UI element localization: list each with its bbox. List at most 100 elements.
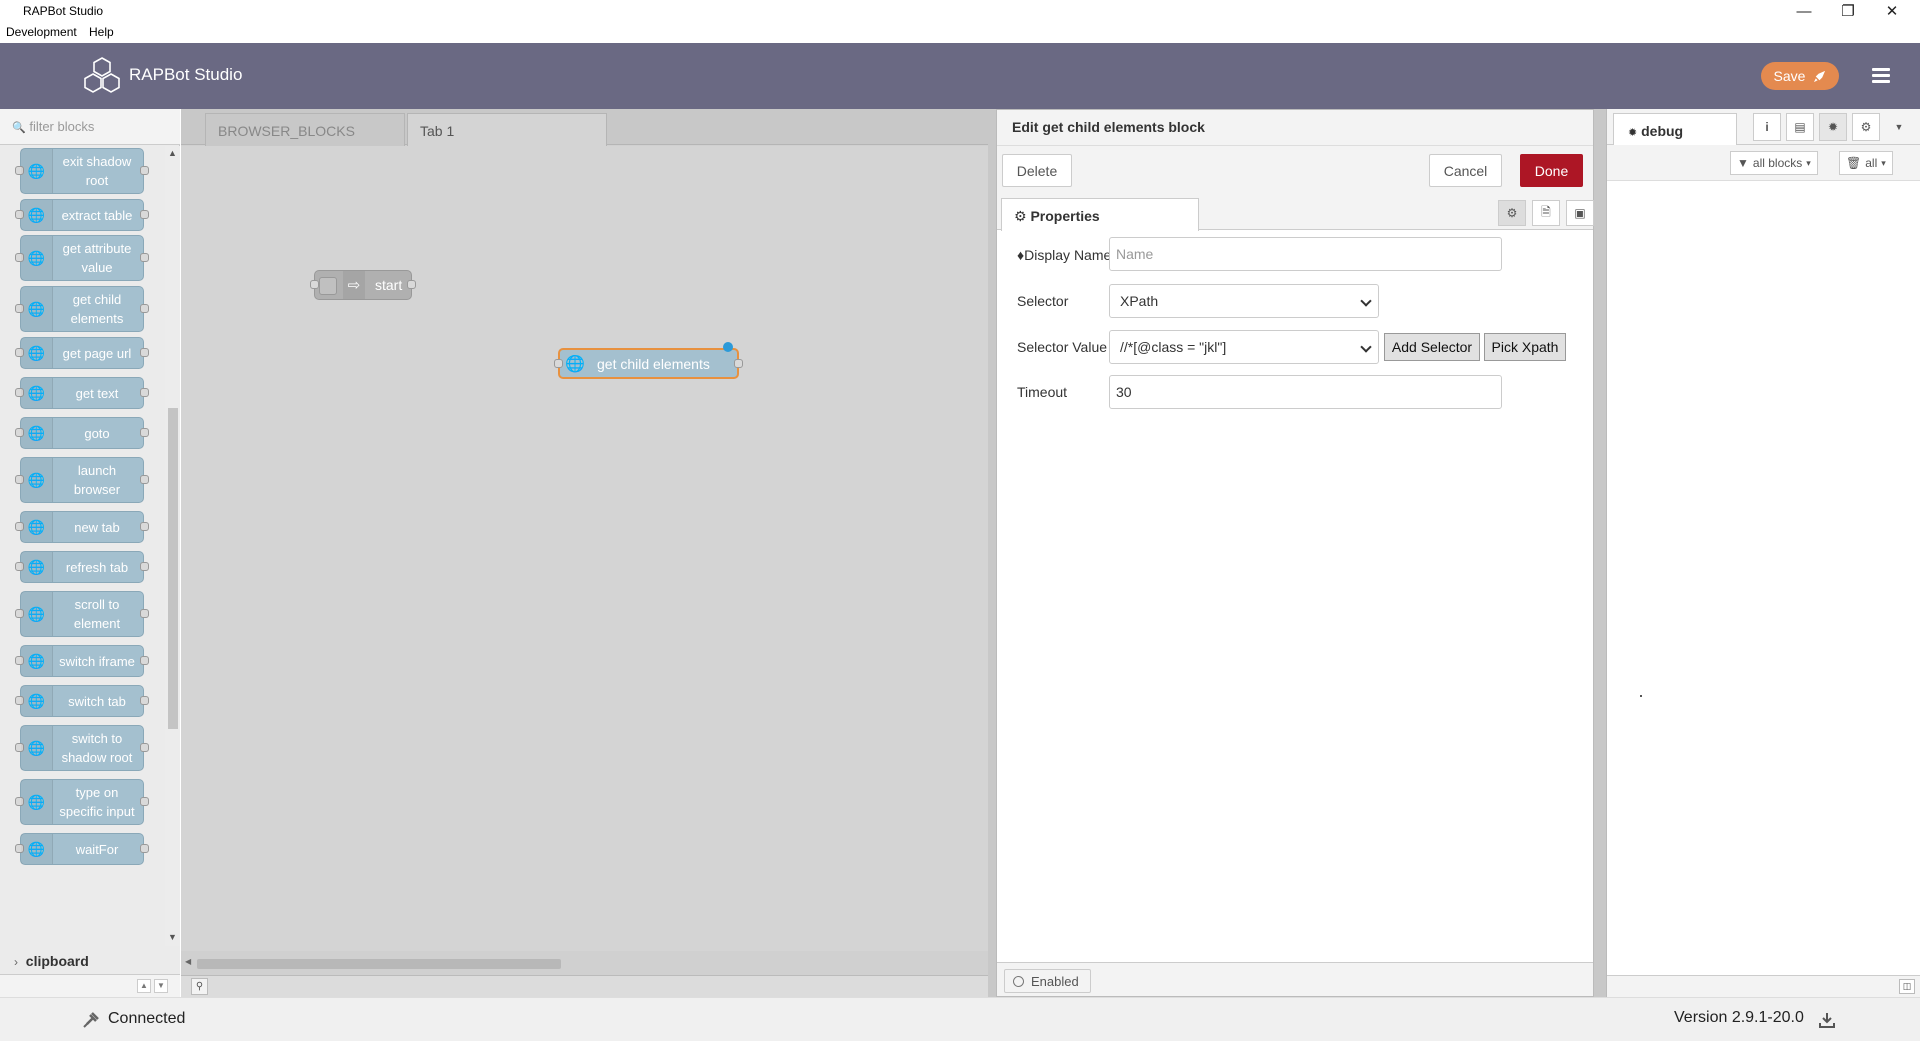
expand-all-icon[interactable]: ▼ <box>154 979 168 993</box>
book-icon[interactable]: ▤ <box>1786 113 1814 141</box>
delete-button[interactable]: Delete <box>1002 154 1072 187</box>
editor-title: Edit get child elements block <box>997 110 1593 146</box>
sidebar-tabbar: ✹ debug i ▤ ✹ ⚙ ▼ <box>1607 109 1920 146</box>
properties-tabbar: ⚙ Properties ⚙ 🗎 ▣ <box>997 194 1594 231</box>
scroll-left-icon[interactable]: ◀ <box>185 957 191 966</box>
search-icon: 🔍 <box>12 122 26 134</box>
palette-block[interactable]: 🌐 refresh tab <box>15 551 149 583</box>
tab-properties[interactable]: ⚙ Properties <box>1001 198 1199 231</box>
globe-icon: 🌐 <box>21 592 53 636</box>
menu-development[interactable]: Development <box>6 25 77 39</box>
palette-scroll-thumb[interactable] <box>168 408 178 729</box>
workspace: BROWSER_BLOCKS Tab 1 ⇨ start 🌐 get child… <box>181 109 988 997</box>
filter-label: all blocks <box>1752 156 1803 170</box>
globe-icon: 🌐 <box>21 287 53 331</box>
palette-block[interactable]: 🌐 scroll to element <box>15 591 149 637</box>
palette-scrollbar[interactable]: ▲ ▼ <box>165 146 180 946</box>
palette-block[interactable]: 🌐 extract table <box>15 199 149 231</box>
scroll-down-icon[interactable]: ▼ <box>168 932 177 942</box>
globe-icon: 🌐 <box>21 512 53 542</box>
palette-block[interactable]: 🌐 get child elements <box>15 286 149 332</box>
start-node-label: start <box>375 277 403 293</box>
block-palette: 🔍 filter blocks 🌐 exit shadow root 🌐 extra… <box>0 109 180 997</box>
filter-all-blocks-dropdown[interactable]: ▼ all blocks ▾ <box>1730 151 1818 175</box>
clear-all-dropdown[interactable]: 🗑 all ▾ <box>1839 151 1893 175</box>
inject-toggle-button[interactable] <box>319 277 337 295</box>
palette-block[interactable]: 🌐 switch to shadow root <box>15 725 149 771</box>
palette-block[interactable]: 🌐 goto <box>15 417 149 449</box>
save-button[interactable]: Save <box>1761 62 1839 90</box>
gear-icon[interactable]: ⚙ <box>1852 113 1880 141</box>
flow-canvas[interactable]: ⇨ start 🌐 get child elements <box>181 146 988 951</box>
download-icon[interactable] <box>1818 1011 1836 1029</box>
minimize-icon[interactable]: — <box>1782 0 1826 22</box>
globe-icon: 🌐 <box>21 149 53 193</box>
palette-block[interactable]: 🌐 exit shadow root <box>15 148 149 194</box>
editor-footer: Enabled <box>997 962 1593 996</box>
chevron-right-icon: › <box>14 955 18 969</box>
chevron-down-icon <box>1360 341 1372 353</box>
chevron-down-icon <box>1360 295 1372 307</box>
menu-help[interactable]: Help <box>89 25 114 39</box>
main-menu-icon[interactable] <box>1868 65 1894 87</box>
timeout-input[interactable]: 30 <box>1109 375 1502 409</box>
brand-name: RAPBot Studio <box>129 65 243 84</box>
collapse-all-icon[interactable]: ▲ <box>137 979 151 993</box>
rocket-icon <box>1814 70 1826 82</box>
appearance-icon[interactable]: ▣ <box>1566 200 1594 226</box>
workspace-hscrollbar[interactable]: ◀ <box>181 951 988 975</box>
palette-block[interactable]: 🌐 switch iframe <box>15 645 149 677</box>
get-child-elements-node[interactable]: 🌐 get child elements <box>554 342 743 379</box>
restore-icon[interactable]: ❐ <box>1826 0 1870 22</box>
done-button[interactable]: Done <box>1520 154 1583 187</box>
filter-placeholder: filter blocks <box>29 119 95 134</box>
description-icon[interactable]: 🗎 <box>1532 200 1560 226</box>
globe-icon: 🌐 <box>21 726 53 770</box>
bug-icon[interactable]: ✹ <box>1819 113 1847 141</box>
close-icon[interactable]: ✕ <box>1870 0 1914 22</box>
tab-debug[interactable]: ✹ debug <box>1613 113 1737 146</box>
properties-tab-label: Properties <box>1030 208 1100 224</box>
palette-block[interactable]: 🌐 get page url <box>15 337 149 369</box>
save-label: Save <box>1773 68 1806 84</box>
menu-bar: Development Help <box>0 22 1920 43</box>
tab-browser-blocks[interactable]: BROWSER_BLOCKS <box>205 113 405 146</box>
scroll-up-icon[interactable]: ▲ <box>168 148 177 158</box>
palette-block[interactable]: 🌐 waitFor <box>15 833 149 865</box>
start-node[interactable]: ⇨ start <box>310 270 416 300</box>
selector-value-select[interactable]: //*[@class = "jkl"] <box>1109 330 1379 364</box>
chevron-down-icon[interactable]: ▼ <box>1885 113 1913 141</box>
search-icon[interactable]: ⚲ <box>191 978 208 995</box>
globe-icon: 🌐 <box>21 458 53 502</box>
selector-select[interactable]: XPath <box>1109 284 1379 318</box>
palette-filter-input[interactable]: 🔍 filter blocks <box>0 109 180 145</box>
add-selector-button[interactable]: Add Selector <box>1384 333 1480 361</box>
palette-footer: ▲ ▼ <box>0 974 180 997</box>
display-name-input[interactable]: Name <box>1109 237 1502 271</box>
globe-icon: 🌐 <box>21 236 53 280</box>
selector-label: Selector <box>1017 293 1069 309</box>
workspace-scroll-thumb[interactable] <box>197 959 561 969</box>
palette-block[interactable]: 🌐 launch browser <box>15 457 149 503</box>
tab-tab-1[interactable]: Tab 1 <box>407 113 607 146</box>
pick-xpath-button[interactable]: Pick Xpath <box>1484 333 1566 361</box>
globe-icon: 🌐 <box>21 338 53 368</box>
cancel-button[interactable]: Cancel <box>1429 154 1502 187</box>
palette-block[interactable]: 🌐 get attribute value <box>15 235 149 281</box>
info-icon[interactable]: i <box>1753 113 1781 141</box>
caret-icon: ▾ <box>1881 157 1886 168</box>
globe-icon: 🌐 <box>21 552 53 582</box>
bug-icon: ✹ <box>1628 127 1638 139</box>
palette-block[interactable]: 🌐 switch tab <box>15 685 149 717</box>
palette-category-clipboard[interactable]: › clipboard <box>0 946 180 974</box>
palette-block[interactable]: 🌐 type on specific input <box>15 779 149 825</box>
settings-gear-icon[interactable]: ⚙ <box>1498 200 1526 226</box>
sidebar-footer: ◫ <box>1607 975 1920 997</box>
palette-block[interactable]: 🌐 get text <box>15 377 149 409</box>
palette-block[interactable]: 🌐 new tab <box>15 511 149 543</box>
debug-tab-label: debug <box>1641 123 1684 139</box>
enabled-toggle-button[interactable]: Enabled <box>1004 969 1091 993</box>
globe-icon: 🌐 <box>21 646 53 676</box>
globe-icon: 🌐 <box>21 200 53 230</box>
monitor-icon[interactable]: ◫ <box>1899 979 1915 994</box>
